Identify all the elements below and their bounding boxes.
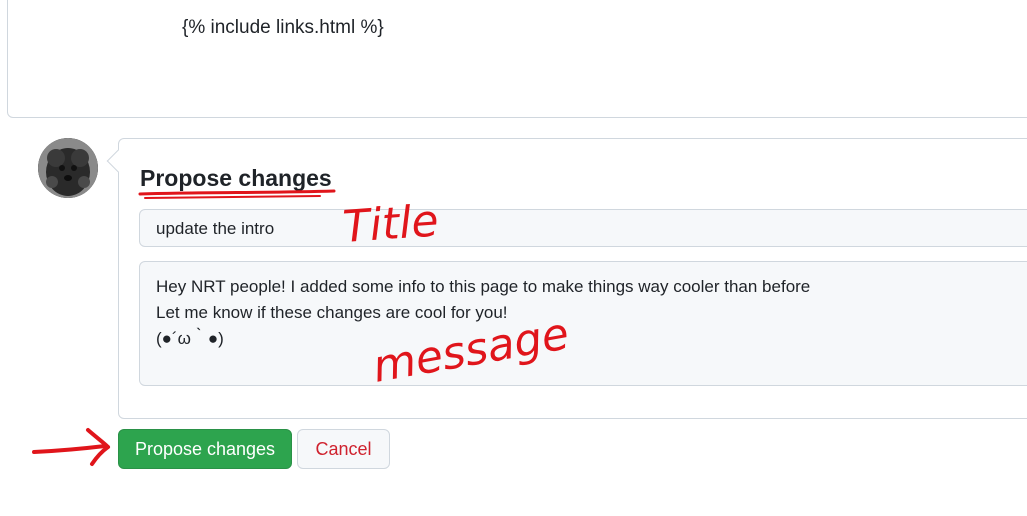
file-editor-panel[interactable]: {% include links.html %}	[7, 0, 1027, 118]
propose-changes-heading: Propose changes	[140, 165, 332, 191]
arrow-icon	[32, 428, 110, 466]
message-line: (●´ω｀●)	[156, 329, 224, 348]
editor-code-line[interactable]: {% include links.html %}	[182, 17, 384, 39]
message-line: Hey NRT people! I added some info to thi…	[156, 277, 811, 296]
avatar-dog-icon	[38, 138, 98, 198]
commit-message-textarea[interactable]: Hey NRT people! I added some info to thi…	[139, 261, 1027, 386]
cancel-button[interactable]: Cancel	[297, 429, 390, 469]
message-line: Let me know if these changes are cool fo…	[156, 303, 508, 322]
propose-changes-button[interactable]: Propose changes	[118, 429, 292, 469]
user-avatar	[38, 138, 98, 198]
commit-title-input[interactable]: update the intro	[139, 209, 1027, 247]
